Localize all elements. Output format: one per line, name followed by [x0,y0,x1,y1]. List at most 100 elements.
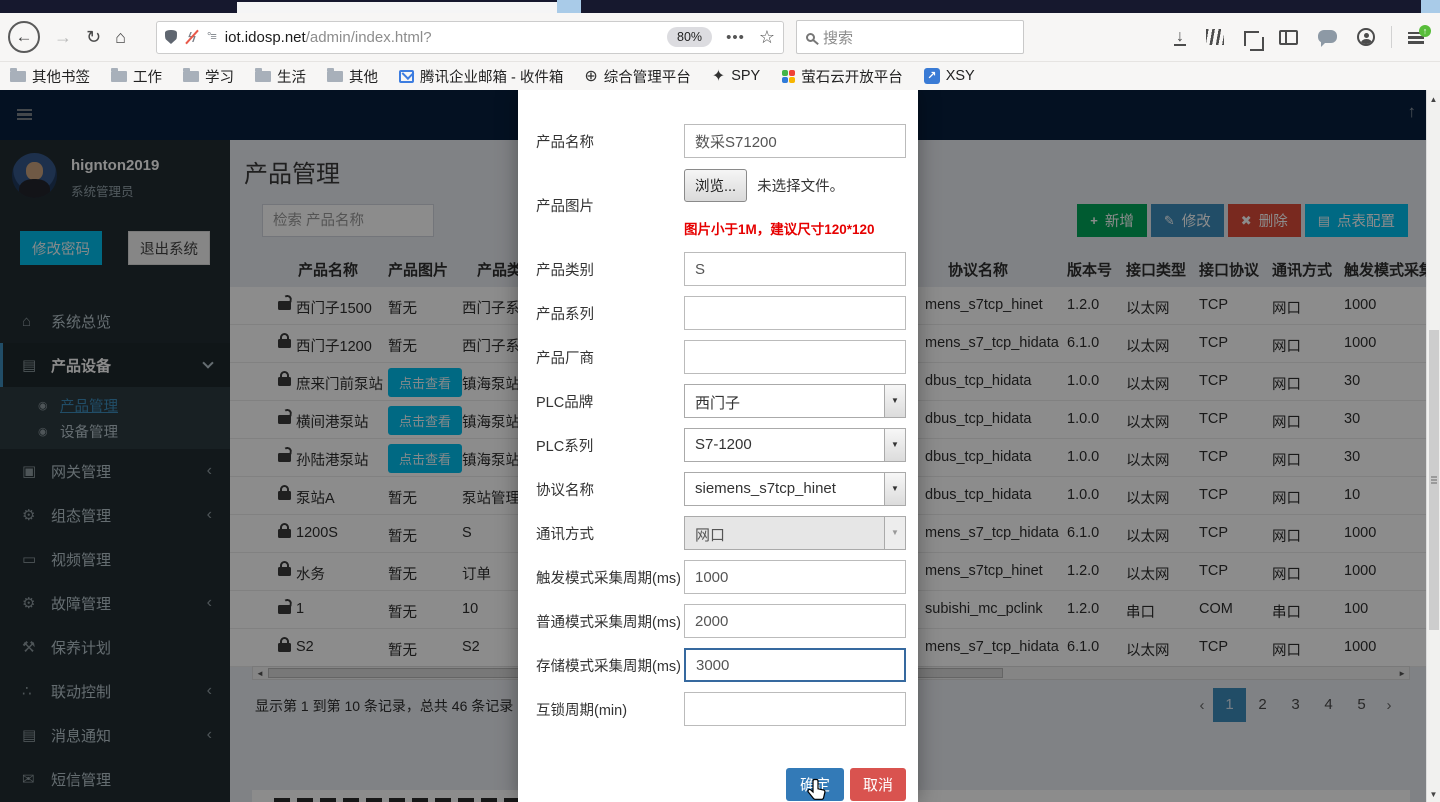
field-plc-series: PLC系列 S7-1200▼ [536,428,904,462]
input-normal-period[interactable] [684,604,906,638]
select-protocol-name[interactable]: siemens_s7tcp_hinet▼ [684,472,906,506]
bookmark-item-5[interactable]: 腾讯企业邮箱 - 收件箱 [399,66,563,87]
scroll-up-icon[interactable]: ▲ [1427,95,1440,104]
chat-icon[interactable] [1318,30,1337,43]
input-product-series[interactable] [684,296,906,330]
input-storage-period[interactable] [684,648,906,682]
select-box-protocol-name[interactable]: siemens_s7tcp_hinet▼ [684,472,906,506]
select-box-plc-series[interactable]: S7-1200▼ [684,428,906,462]
scroll-down-icon[interactable]: ▼ [1427,790,1440,799]
bookmark-item-3[interactable]: 生活 [255,66,306,87]
field-product-series: 产品系列 [536,296,904,330]
dropdown-button[interactable]: ▼ [884,517,905,549]
folder-icon [10,71,26,82]
select-value: 西门子 [695,392,740,413]
url-text[interactable]: iot.idosp.net/admin/index.html? [225,29,667,46]
bookmark-item-7[interactable]: ✦SPY [712,66,760,86]
home-button[interactable]: ⌂ [115,27,126,48]
bookmark-item-0[interactable]: 其他书签 [10,66,90,87]
vertical-scrollbar[interactable]: ▲ ▼ [1426,90,1440,802]
menu-hamburger-icon[interactable]: ↑ [1408,32,1424,45]
product-edit-modal: 产品名称产品图片浏览...未选择文件。图片小于1M，建议尺寸120*120产品类… [518,90,918,802]
input-product-category[interactable] [684,252,906,286]
folder-icon [255,71,271,82]
input-trigger-period[interactable] [684,560,906,594]
field-normal-period: 普通模式采集周期(ms) [536,604,904,638]
select-box-plc-brand[interactable]: 西门子 ▼ [684,384,906,418]
bookmark-item-8[interactable]: 萤石云开放平台 [781,66,903,87]
file-input-product-image[interactable]: 浏览...未选择文件。 [684,168,844,202]
bookmark-item-1[interactable]: 工作 [111,66,162,87]
shield-icon[interactable] [165,30,177,44]
search-placeholder: 搜索 [823,27,853,48]
field-label-trigger-period: 触发模式采集周期(ms) [536,560,681,594]
input-wrap-trigger-period [684,560,906,594]
tab-accent [557,0,581,13]
select-plc-brand[interactable]: 西门子 ▼ [684,384,906,418]
bookmark-star-icon[interactable]: ☆ [759,27,775,48]
field-interlock-period: 互锁周期(min) [536,692,904,726]
input-product-vendor[interactable] [684,340,906,374]
url-bar[interactable]: ϟ °≡ iot.idosp.net/admin/index.html? 80%… [156,21,784,54]
site-icon: ✦ [712,66,725,86]
browser-active-tab[interactable] [237,2,557,13]
vertical-scroll-thumb[interactable] [1429,330,1439,630]
bookmark-label: 萤石云开放平台 [801,66,903,87]
dropdown-button[interactable]: ▼ [884,473,905,505]
bookmark-item-4[interactable]: 其他 [327,66,378,87]
bookmark-item-6[interactable]: ⊕综合管理平台 [584,66,690,87]
bookmark-item-2[interactable]: 学习 [183,66,234,87]
chevron-down-icon: ▼ [891,440,899,449]
folder-icon [327,71,343,82]
browser-navbar: ← → ↻ ⌂ ϟ °≡ iot.idosp.net/admin/index.h… [0,13,1440,62]
field-plc-brand: PLC品牌西门子▼ [536,384,904,418]
bookmark-item-9[interactable]: ↗XSY [924,68,975,84]
select-box-comm-mode[interactable]: 网口 ▼ [684,516,906,550]
field-trigger-period: 触发模式采集周期(ms) [536,560,904,594]
dropdown-button[interactable]: ▼ [884,385,905,417]
downloads-icon[interactable]: ↓ [1174,29,1186,46]
field-comm-mode: 通讯方式 网口 ▼ [536,516,904,550]
dropdown-button[interactable]: ▼ [884,429,905,461]
modal-actions: 确定 取消 [786,768,906,801]
select-comm-mode[interactable]: 网口 ▼ [684,516,906,550]
sidebar-toggle-icon[interactable] [1279,30,1298,45]
toolbar-tools: ↓ ↑ [1164,26,1434,48]
site-icon: ⊕ [584,66,597,86]
update-badge: ↑ [1419,25,1431,37]
input-interlock-period[interactable] [684,692,906,726]
select-value: 网口 [695,524,725,545]
field-label-comm-mode: 通讯方式 [536,516,594,550]
bookmark-label: XSY [946,68,975,84]
bookmark-label: 其他书签 [32,66,90,87]
input-wrap-product-name [684,124,906,158]
input-wrap-product-series [684,296,906,330]
reload-button[interactable]: ↻ [86,27,101,48]
field-label-product-series: 产品系列 [536,296,594,330]
field-storage-period: 存储模式采集周期(ms) [536,648,904,682]
toolbar-divider [1391,26,1392,48]
field-label-plc-series: PLC系列 [536,428,593,462]
zoom-indicator[interactable]: 80% [667,27,712,47]
input-wrap-product-vendor [684,340,906,374]
screenshot-icon[interactable] [1244,31,1259,46]
forward-button[interactable]: → [54,27,72,48]
select-plc-series[interactable]: S7-1200▼ [684,428,906,462]
field-label-protocol-name: 协议名称 [536,472,594,506]
browse-button[interactable]: 浏览... [684,169,747,202]
input-product-name[interactable] [684,124,906,158]
permissions-icon[interactable]: °≡ [207,31,216,43]
modal-form: 产品名称产品图片浏览...未选择文件。图片小于1M，建议尺寸120*120产品类… [536,124,904,736]
folder-icon [183,71,199,82]
dots-icon [781,69,795,83]
back-button[interactable]: ← [8,21,40,53]
field-label-storage-period: 存储模式采集周期(ms) [536,648,681,682]
browser-search-box[interactable]: 搜索 [796,20,1024,54]
mouse-cursor-hand [806,778,828,802]
account-icon[interactable] [1357,28,1375,46]
library-icon[interactable] [1206,29,1224,45]
page-actions-icon[interactable]: ••• [726,29,745,46]
field-label-product-image: 产品图片 [536,168,594,242]
blocked-lightning-icon[interactable]: ϟ [186,29,198,46]
cancel-button[interactable]: 取消 [850,768,906,801]
